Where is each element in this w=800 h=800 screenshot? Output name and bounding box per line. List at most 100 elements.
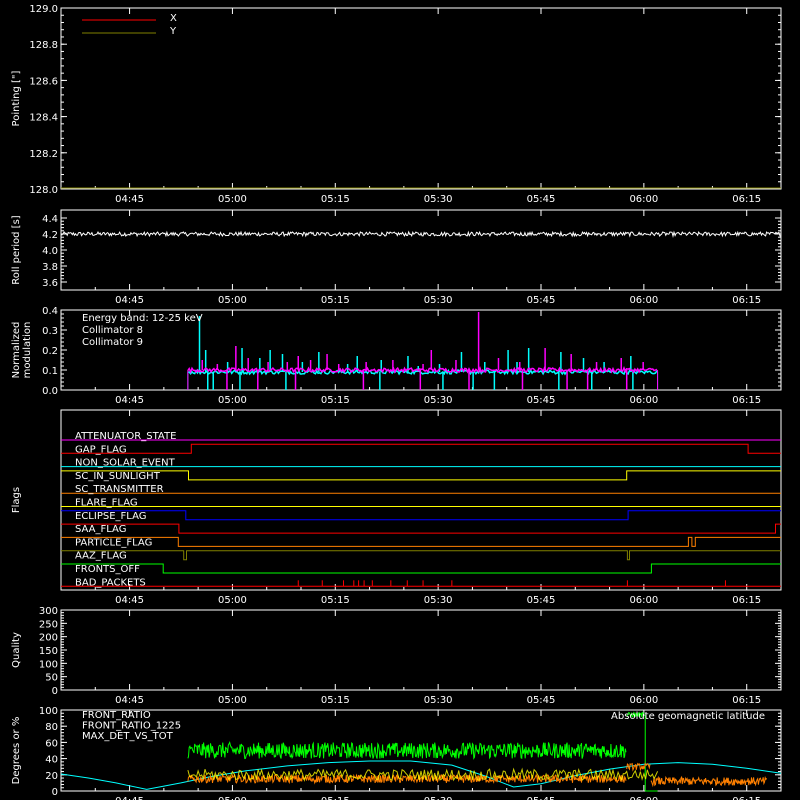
y-tick-label: 128.2 [29,149,58,160]
flag-saa-flag: SAA_FLAG [61,523,781,535]
y-tick-label: 128.0 [29,185,58,196]
chart-stage: 04:45 05:00 05:15 05:30 05:45 06:00 06:15 04:45… [0,0,800,800]
flag-label: FLARE_FLAG [75,498,138,509]
x-tick-label: 05:15 [321,395,350,406]
flag-label: BAD_PACKETS [75,577,146,588]
panel-frame [60,609,782,691]
x-tick-label: 05:30 [424,796,453,800]
flag-sc-transmitter: SC_TRANSMITTER [61,484,781,495]
x-tick-label: 05:00 [218,395,247,406]
y-tick-label: 60 [45,738,58,749]
x-tick-label: 06:00 [629,395,658,406]
max-det-vs-tot-segment [650,775,768,788]
y-tick-label: 200 [39,633,58,644]
x-tick-label: 05:30 [424,395,453,406]
y-tick-label: 128.8 [29,40,58,51]
x-tick-label: 05:45 [527,194,556,205]
x-tick-label: 05:15 [321,796,350,800]
x-tick-label: 06:00 [629,796,658,800]
front-ratio-1225-segment [187,741,627,760]
x-tick-label: 05:00 [218,595,247,606]
x-tick-label: 05:00 [218,796,247,800]
legend-label: FRONT_RATIO [82,710,151,721]
y-tick-label: 150 [39,646,58,657]
y-tick-label: 100 [39,706,58,717]
legend-label: Collimator 9 [82,337,143,348]
x-tick-label: 06:00 [629,695,658,706]
flag-sc-in-sunlight: SC_IN_SUNLIGHT [61,470,781,482]
geomagnetic-latitude-label: Absolute geomagnetic latitude [611,711,765,722]
y-tick-label: 40 [45,755,58,766]
y-tick-label: 20 [45,771,58,782]
panel-5: 04:45 05:00 05:15 05:30 05:45 06:00 06:15 [60,609,782,706]
flag-flare-flag: FLARE_FLAG [61,498,781,509]
y-axis-label: modulation [22,322,33,379]
x-tick-label: 06:15 [732,695,761,706]
legend-label: MAX_DET_VS_TOT [82,731,174,742]
y-tick-label: 128.6 [29,76,58,87]
flag-label: ECLIPSE_FLAG [75,511,146,522]
y-axis-label: Flags [11,487,22,513]
legend-label: FRONT_RATIO_1225 [82,721,181,732]
x-tick-label: 05:30 [424,695,453,706]
multi-panel-plot: 04:45 05:00 05:15 05:30 05:45 06:00 06:1504:45… [11,4,782,800]
flag-label: SC_TRANSMITTER [75,484,164,495]
x-tick-label: 06:15 [732,295,761,306]
y-tick-label: 300 [39,606,58,617]
flag-line [61,536,781,547]
legend-label: X [170,13,177,24]
y-tick-label: 0 [52,787,58,798]
x-tick-label: 05:00 [218,194,247,205]
geomagnetic-latitude-series [60,760,782,790]
x-tick-label: 06:15 [732,595,761,606]
panel-frame [60,209,782,291]
y-tick-label: 128.4 [29,113,58,124]
panel-1: 04:45 05:00 05:15 05:30 05:45 06:00 06:15 [60,7,782,205]
x-tick-label: 06:00 [629,595,658,606]
y-tick-label: 3.6 [42,278,58,289]
flag-aaz-flag: AAZ_FLAG [61,550,781,562]
x-tick-label: 05:45 [527,595,556,606]
y-tick-label: 0 [52,686,58,697]
x-tick-label: 05:45 [527,796,556,800]
flag-label: SAA_FLAG [75,524,126,535]
x-tick-label: 05:30 [424,295,453,306]
x-tick-label: 04:45 [115,395,144,406]
x-tick-label: 05:00 [218,295,247,306]
y-tick-label: 0.4 [42,306,58,317]
y-axis-label: Roll period [s] [11,215,22,284]
flag-particle-flag: PARTICLE_FLAG [61,536,781,548]
y-tick-label: 0.0 [42,386,58,397]
y-tick-label: 4.0 [42,246,58,257]
flag-line [61,563,781,574]
flag-label: GAP_FLAG [75,444,127,455]
x-tick-label: 04:45 [115,295,144,306]
x-tick-label: 05:15 [321,295,350,306]
flag-non-solar-event: NON_SOLAR_EVENT [61,458,781,469]
x-tick-label: 05:15 [321,695,350,706]
y-tick-label: 3.8 [42,262,58,273]
legend-label: Y [169,26,177,37]
y-axis-label: Normalized [11,322,22,379]
flag-gap-flag: GAP_FLAG [61,443,781,455]
flag-label: SC_IN_SUNLIGHT [75,471,161,482]
legend-label: Collimator 8 [82,325,143,336]
x-tick-label: 04:45 [115,595,144,606]
modulation-series-9 [187,312,659,390]
x-tick-label: 06:15 [732,194,761,205]
x-tick-label: 05:00 [218,695,247,706]
flag-eclipse-flag: ECLIPSE_FLAG [61,510,781,522]
y-tick-label: 0.1 [42,366,58,377]
y-tick-label: 250 [39,619,58,630]
x-tick-label: 04:45 [115,796,144,800]
flag-label: FRONTS_OFF [75,564,140,575]
flag-fronts-off: FRONTS_OFF [61,563,781,575]
flag-attenuator-state: ATTENUATOR_STATE [61,431,781,442]
x-tick-label: 04:45 [115,695,144,706]
flag-bad-packets: BAD_PACKETS [61,577,781,588]
flag-label: ATTENUATOR_STATE [75,431,176,442]
flag-label: AAZ_FLAG [75,551,127,562]
y-tick-label: 0.2 [42,346,58,357]
y-tick-label: 4.2 [42,230,58,241]
y-axis-label: Pointing ["] [11,70,22,126]
